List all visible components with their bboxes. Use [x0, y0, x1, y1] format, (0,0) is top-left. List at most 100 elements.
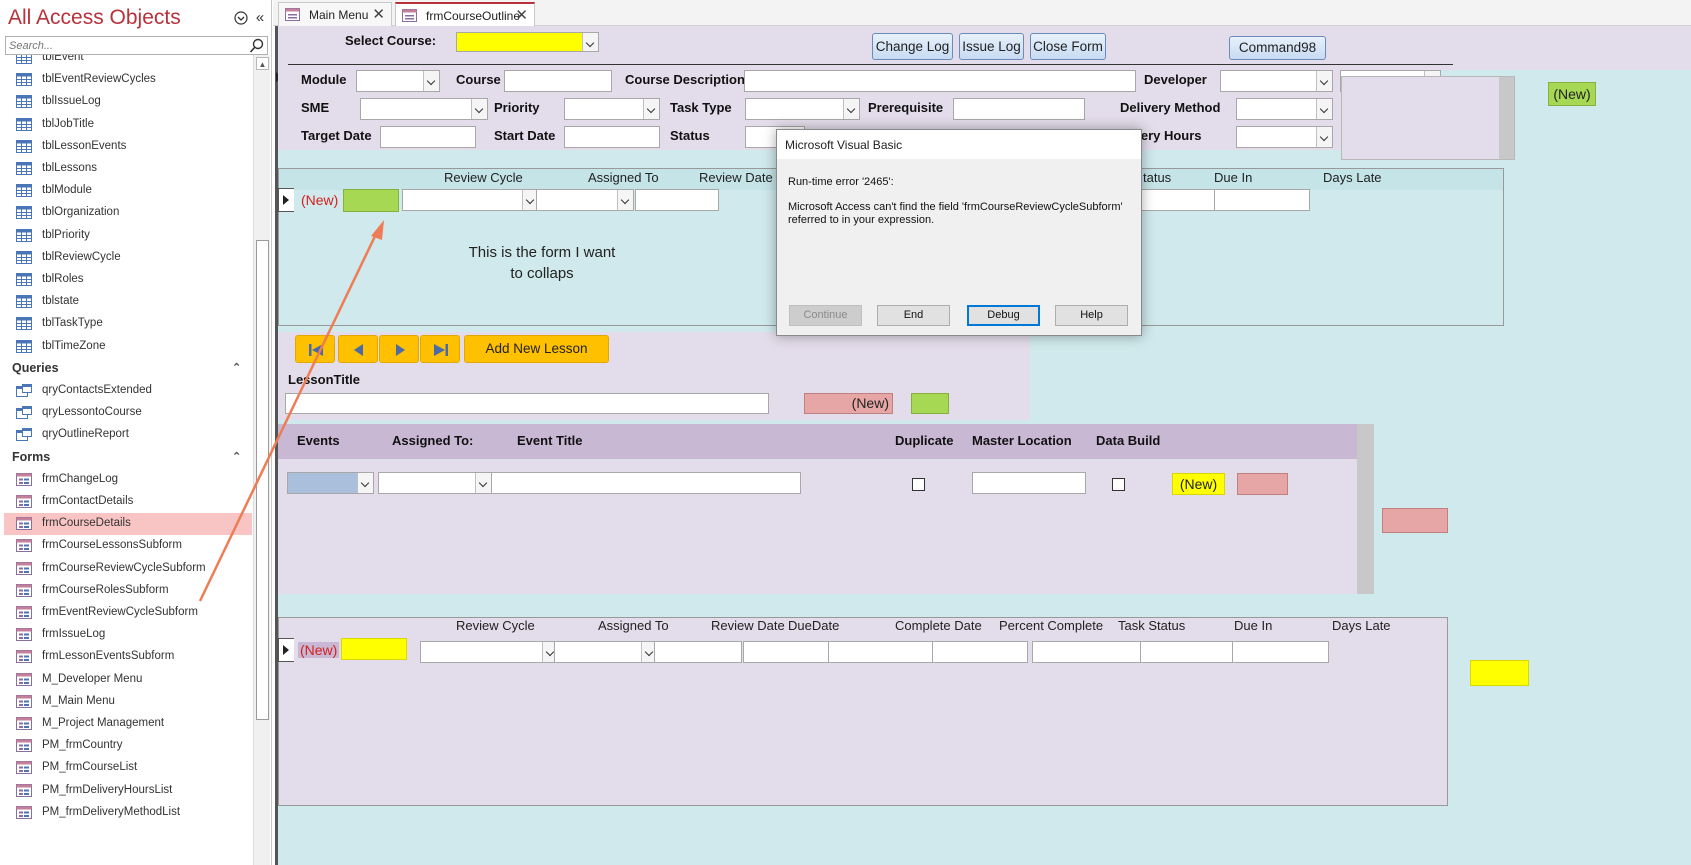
debug-button[interactable]: Debug [967, 305, 1040, 326]
form-icon [16, 472, 32, 486]
nav-item-m-developer-menu[interactable]: M_Developer Menu [4, 669, 252, 691]
nav-item-tblstate[interactable]: tblstate [4, 291, 252, 313]
nav-item-frmcourselessonssubform[interactable]: frmCourseLessonsSubform [4, 535, 252, 557]
priority-combo[interactable] [564, 98, 660, 120]
nav-item-tblorganization[interactable]: tblOrganization [4, 202, 252, 224]
task-type-combo[interactable] [745, 98, 860, 120]
er-complete-date-field[interactable] [828, 641, 937, 663]
er-days-late-field[interactable] [1232, 641, 1329, 663]
nav-item-pm-frmcourselist[interactable]: PM_frmCourseList [4, 757, 252, 779]
nav-item-tbllessonevents[interactable]: tblLessonEvents [4, 136, 252, 158]
er-record-selector[interactable] [278, 638, 294, 662]
nav-item-tbllessons[interactable]: tblLessons [4, 158, 252, 180]
first-record-button[interactable] [295, 335, 335, 363]
nav-item-tbleventreviewcycles[interactable]: tblEventReviewCycles [4, 69, 252, 91]
er-due-in-field[interactable] [1140, 641, 1236, 663]
prerequisite-field[interactable] [953, 98, 1085, 120]
sme-combo[interactable] [360, 98, 488, 120]
nav-item-tblevent[interactable]: tblEvent [4, 55, 252, 69]
issue-log-button[interactable]: Issue Log [959, 33, 1024, 60]
nav-item-pm-frmcountry[interactable]: PM_frmCountry [4, 735, 252, 757]
nav-pane-title[interactable]: All Access Objects [8, 6, 181, 30]
nav-item-tblroles[interactable]: tblRoles [4, 269, 252, 291]
delivery-method-combo[interactable] [1236, 98, 1333, 120]
nav-item-pm-frmdeliverymethodlist[interactable]: PM_frmDeliveryMethodList [4, 802, 252, 824]
nav-item-tblpriority[interactable]: tblPriority [4, 225, 252, 247]
tab-frmcourseoutline[interactable]: frmCourseOutline ✕ [395, 2, 535, 26]
nav-group-queries[interactable]: Queries ⌃ [12, 361, 241, 375]
add-new-lesson-button[interactable]: Add New Lesson [464, 335, 609, 363]
event-title-field[interactable] [491, 472, 801, 494]
events-combo[interactable] [287, 472, 374, 494]
frame-scrollbar[interactable] [1499, 77, 1514, 159]
end-button[interactable]: End [877, 305, 950, 326]
record-selector[interactable] [278, 188, 294, 212]
event-assigned-to-combo[interactable] [378, 472, 492, 494]
nav-item-frmcourserolessubform[interactable]: frmCourseRolesSubform [4, 580, 252, 602]
days-late-field[interactable] [1214, 189, 1310, 211]
module-combo[interactable] [356, 70, 440, 92]
er-task-status-field[interactable] [1032, 641, 1144, 663]
close-icon[interactable]: ✕ [515, 6, 528, 24]
nav-item-m-project-management[interactable]: M_Project Management [4, 713, 252, 735]
nav-item-qryoutlinereport[interactable]: qryOutlineReport [4, 424, 252, 446]
continue-button[interactable]: Continue [789, 305, 862, 326]
close-icon[interactable]: ✕ [372, 5, 385, 23]
lesson-title-field[interactable] [285, 393, 769, 414]
last-record-button[interactable] [420, 335, 460, 363]
events-scrollbar[interactable] [1357, 424, 1374, 594]
review-cycle-combo[interactable] [402, 189, 539, 211]
nav-item-frmcoursedetails[interactable]: frmCourseDetails [4, 513, 252, 536]
developer-combo[interactable] [1220, 70, 1333, 92]
nav-item-frmcontactdetails[interactable]: frmContactDetails [4, 491, 252, 513]
duplicate-checkbox[interactable] [912, 478, 925, 491]
start-date-field[interactable] [564, 126, 660, 148]
collapse-group-icon[interactable]: ⌃ [232, 450, 241, 463]
nav-scrollbar[interactable]: ▲ [253, 55, 270, 865]
nav-item-tbljobtitle[interactable]: tblJobTitle [4, 114, 252, 136]
master-location-field[interactable] [972, 472, 1086, 494]
scroll-up-icon[interactable]: ▲ [256, 57, 269, 70]
nav-item-frmeventreviewcyclesubform[interactable]: frmEventReviewCycleSubform [4, 602, 252, 624]
nav-item-frmchangelog[interactable]: frmChangeLog [4, 469, 252, 491]
collapse-pane-icon[interactable]: « [253, 10, 267, 25]
nav-item-frmcoursereviewcyclesubform[interactable]: frmCourseReviewCycleSubform [4, 558, 252, 580]
select-course-combo[interactable] [456, 32, 599, 52]
er-review-cycle-combo[interactable] [420, 641, 559, 663]
nav-item-tbltimezone[interactable]: tblTimeZone [4, 336, 252, 358]
er-percent-complete-field[interactable] [932, 641, 1028, 663]
delivery-hours-combo[interactable] [1236, 126, 1333, 148]
assigned-to-combo[interactable] [536, 189, 634, 211]
review-date-field[interactable] [635, 189, 719, 211]
nav-options-icon[interactable] [234, 11, 248, 25]
er-assigned-to-combo[interactable] [554, 641, 658, 663]
nav-item-pm-frmdeliveryhourslist[interactable]: PM_frmDeliveryHoursList [4, 780, 252, 802]
close-form-button[interactable]: Close Form [1030, 33, 1106, 60]
course-description-field[interactable] [744, 70, 1136, 92]
change-log-button[interactable]: Change Log [872, 33, 953, 60]
target-date-field[interactable] [380, 126, 476, 148]
course-field[interactable] [504, 70, 612, 92]
command98-button[interactable]: Command98 [1229, 36, 1326, 60]
nav-item-frmissuelog[interactable]: frmIssueLog [4, 624, 252, 646]
search-icon[interactable] [249, 38, 265, 54]
next-record-button[interactable] [379, 335, 419, 363]
nav-item-frmlessoneventssubform[interactable]: frmLessonEventsSubform [4, 646, 252, 668]
help-button[interactable]: Help [1055, 305, 1128, 326]
nav-item-tblmodule[interactable]: tblModule [4, 180, 252, 202]
tab-main-menu[interactable]: Main Menu ✕ [278, 2, 392, 26]
nav-item-tbltasktype[interactable]: tblTaskType [4, 313, 252, 335]
data-build-checkbox[interactable] [1112, 478, 1125, 491]
nav-item-m-main-menu[interactable]: M_Main Menu [4, 691, 252, 713]
nav-item-tblreviewcycle[interactable]: tblReviewCycle [4, 247, 252, 269]
nav-item-qrycontactsextended[interactable]: qryContactsExtended [4, 380, 252, 402]
nav-search-input[interactable] [6, 37, 244, 54]
collapse-group-icon[interactable]: ⌃ [232, 361, 241, 374]
nav-item-qrylessontocourse[interactable]: qryLessontoCourse [4, 402, 252, 424]
er-due-date-field[interactable] [743, 641, 831, 663]
nav-item-tblissuelog[interactable]: tblIssueLog [4, 91, 252, 113]
scroll-thumb[interactable] [256, 240, 269, 720]
er-review-date-field[interactable] [654, 641, 742, 663]
previous-record-button[interactable] [338, 335, 378, 363]
nav-group-forms[interactable]: Forms ⌃ [12, 450, 241, 464]
